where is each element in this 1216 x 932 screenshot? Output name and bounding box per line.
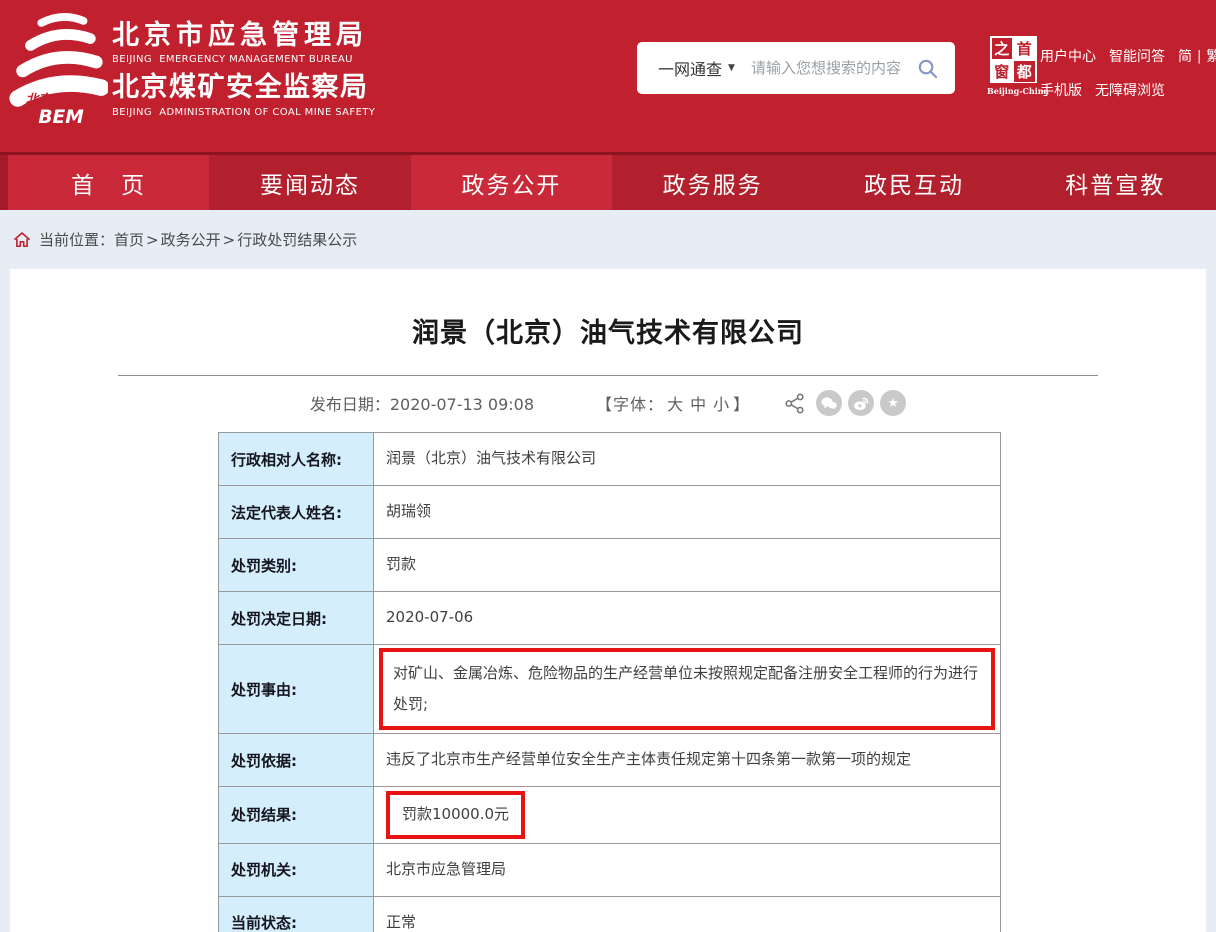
nav-item-home[interactable]: 首 页	[8, 155, 209, 210]
page-title: 润景（北京）油气技术有限公司	[10, 311, 1206, 350]
article-card: 润景（北京）油气技术有限公司 发布日期：2020-07-13 09:08 【字体…	[10, 269, 1206, 932]
org1-title-en: BEIJING EMERGENCY MANAGEMENT BUREAU	[112, 54, 375, 65]
row-label: 处罚结果:	[219, 787, 374, 844]
row-value: 罚款10000.0元	[374, 787, 1001, 844]
seal-char-tr: 首	[1014, 38, 1035, 59]
table-row: 处罚类别: 罚款	[219, 539, 1001, 592]
font-size-large[interactable]: 大	[667, 395, 684, 414]
row-label: 处罚决定日期:	[219, 592, 374, 645]
link-smart-qa[interactable]: 智能问答	[1109, 46, 1165, 66]
star-glyph: ★	[887, 397, 899, 410]
penalty-table: 行政相对人名称: 润景（北京）油气技术有限公司 法定代表人姓名: 胡瑞领 处罚类…	[218, 432, 1001, 932]
table-row: 处罚结果: 罚款10000.0元	[219, 787, 1001, 844]
highlight-box: 罚款10000.0元	[386, 791, 525, 839]
row-value: 北京市应急管理局	[374, 843, 1001, 896]
penalty-table-body: 行政相对人名称: 润景（北京）油气技术有限公司 法定代表人姓名: 胡瑞领 处罚类…	[219, 433, 1001, 932]
title-divider	[118, 375, 1098, 376]
emblem-en-text: BEM	[38, 107, 84, 128]
row-value: 胡瑞领	[374, 486, 1001, 539]
emblem-zh-text: 北京应急	[26, 91, 77, 107]
font-size-prefix: 【字体：	[596, 395, 664, 414]
table-row: 处罚依据: 违反了北京市生产经营单位安全生产主体责任规定第十四条第一款第一项的规…	[219, 734, 1001, 787]
font-size-small[interactable]: 小	[713, 395, 730, 414]
row-value: 对矿山、金属冶炼、危险物品的生产经营单位未按照规定配备注册安全工程师的行为进行处…	[374, 645, 1001, 734]
seal-caption: Beijing-China	[987, 86, 1039, 96]
row-label: 行政相对人名称:	[219, 433, 374, 486]
org1-title-zh: 北京市应急管理局	[112, 22, 375, 50]
search-category-dropdown[interactable]: 一网通查 ▼	[637, 56, 735, 80]
search-category-label: 一网通查	[658, 56, 722, 80]
lang-divider: |	[1197, 49, 1201, 64]
header-links: 用户中心 智能问答 简 | 繁 手机版 无障碍浏览	[1040, 46, 1216, 114]
row-label: 处罚依据:	[219, 734, 374, 787]
table-row: 当前状态: 正常	[219, 896, 1001, 932]
nav-item-news[interactable]: 要闻动态	[209, 155, 410, 210]
org2-title-en: BEIJING ADMINISTRATION OF COAL MINE SAFE…	[112, 107, 375, 118]
link-lang-traditional[interactable]: 繁	[1206, 46, 1216, 66]
nav-item-interaction[interactable]: 政民互动	[813, 155, 1014, 210]
breadcrumb-separator: >	[146, 231, 159, 249]
nav-item-gov-disclosure[interactable]: 政务公开	[411, 155, 612, 210]
favorite-star-icon[interactable]: ★	[880, 390, 906, 416]
link-mobile-version[interactable]: 手机版	[1040, 80, 1082, 100]
font-size-medium[interactable]: 中	[690, 395, 707, 414]
main-nav: 首 页 要闻动态 政务公开 政务服务 政民互动 科普宣教	[0, 152, 1216, 210]
row-value: 罚款	[374, 539, 1001, 592]
home-icon	[13, 231, 31, 248]
bem-emblem-icon: 北京应急 BEM	[6, 6, 108, 128]
table-row: 处罚决定日期: 2020-07-06	[219, 592, 1001, 645]
chevron-down-icon: ▼	[728, 63, 735, 73]
highlight-box: 对矿山、金属冶炼、危险物品的生产经营单位未按照规定配备注册安全工程师的行为进行处…	[379, 648, 995, 730]
row-label: 当前状态:	[219, 896, 374, 932]
search-icon[interactable]	[916, 57, 939, 80]
seal-char-bl: 窗	[992, 61, 1013, 82]
table-row: 处罚事由: 对矿山、金属冶炼、危险物品的生产经营单位未按照规定配备注册安全工程师…	[219, 645, 1001, 734]
row-label: 法定代表人姓名:	[219, 486, 374, 539]
table-row: 处罚机关: 北京市应急管理局	[219, 843, 1001, 896]
article-meta: 发布日期：2020-07-13 09:08 【字体：大中小】	[10, 390, 1206, 416]
site-search: 一网通查 ▼	[637, 42, 955, 94]
org-titles: 北京市应急管理局 BEIJING EMERGENCY MANAGEMENT BU…	[112, 22, 375, 118]
link-lang-simplified[interactable]: 简	[1178, 46, 1192, 66]
font-size-suffix: 】	[733, 395, 750, 414]
seal-char-br: 都	[1014, 61, 1035, 82]
weibo-share-icon[interactable]	[848, 390, 874, 416]
table-row: 行政相对人名称: 润景（北京）油气技术有限公司	[219, 433, 1001, 486]
breadcrumb-home[interactable]: 首页	[114, 229, 144, 250]
row-value: 正常	[374, 896, 1001, 932]
nav-item-gov-services[interactable]: 政务服务	[612, 155, 813, 210]
search-input[interactable]	[735, 59, 916, 77]
org2-title-zh: 北京煤矿安全监察局	[112, 74, 375, 102]
link-accessibility[interactable]: 无障碍浏览	[1095, 80, 1165, 100]
site-header: 北京应急 BEM 北京市应急管理局 BEIJING EMERGENCY MANA…	[0, 0, 1216, 152]
publish-date: 发布日期：2020-07-13 09:08	[310, 391, 534, 415]
capital-window-logo[interactable]: 之 首 窗 都 Beijing-China	[987, 36, 1039, 96]
breadcrumb-separator: >	[223, 231, 236, 249]
wechat-share-icon[interactable]	[816, 390, 842, 416]
row-label: 处罚事由:	[219, 645, 374, 734]
link-user-center[interactable]: 用户中心	[1040, 46, 1096, 66]
row-label: 处罚类别:	[219, 539, 374, 592]
capital-window-seal-icon: 之 首 窗 都	[990, 36, 1037, 83]
bureau-logo[interactable]: 北京应急 BEM	[6, 6, 108, 132]
nav-spacer	[0, 155, 8, 210]
breadcrumb: 当前位置： 首页 > 政务公开 > 行政处罚结果公示	[0, 210, 1216, 269]
row-value: 违反了北京市生产经营单位安全生产主体责任规定第十四条第一款第一项的规定	[374, 734, 1001, 787]
share-icon[interactable]	[784, 393, 805, 414]
table-row: 法定代表人姓名: 胡瑞领	[219, 486, 1001, 539]
row-label: 处罚机关:	[219, 843, 374, 896]
share-toolbar: ★	[784, 390, 906, 416]
font-size-control: 【字体：大中小】	[596, 391, 750, 415]
breadcrumb-current: 行政处罚结果公示	[237, 229, 357, 250]
nav-item-science-edu[interactable]: 科普宣教	[1015, 155, 1216, 210]
breadcrumb-gov-disclosure[interactable]: 政务公开	[161, 229, 221, 250]
row-value: 2020-07-06	[374, 592, 1001, 645]
row-value: 润景（北京）油气技术有限公司	[374, 433, 1001, 486]
breadcrumb-prefix: 当前位置：	[39, 229, 114, 250]
seal-char-tl: 之	[992, 38, 1013, 59]
